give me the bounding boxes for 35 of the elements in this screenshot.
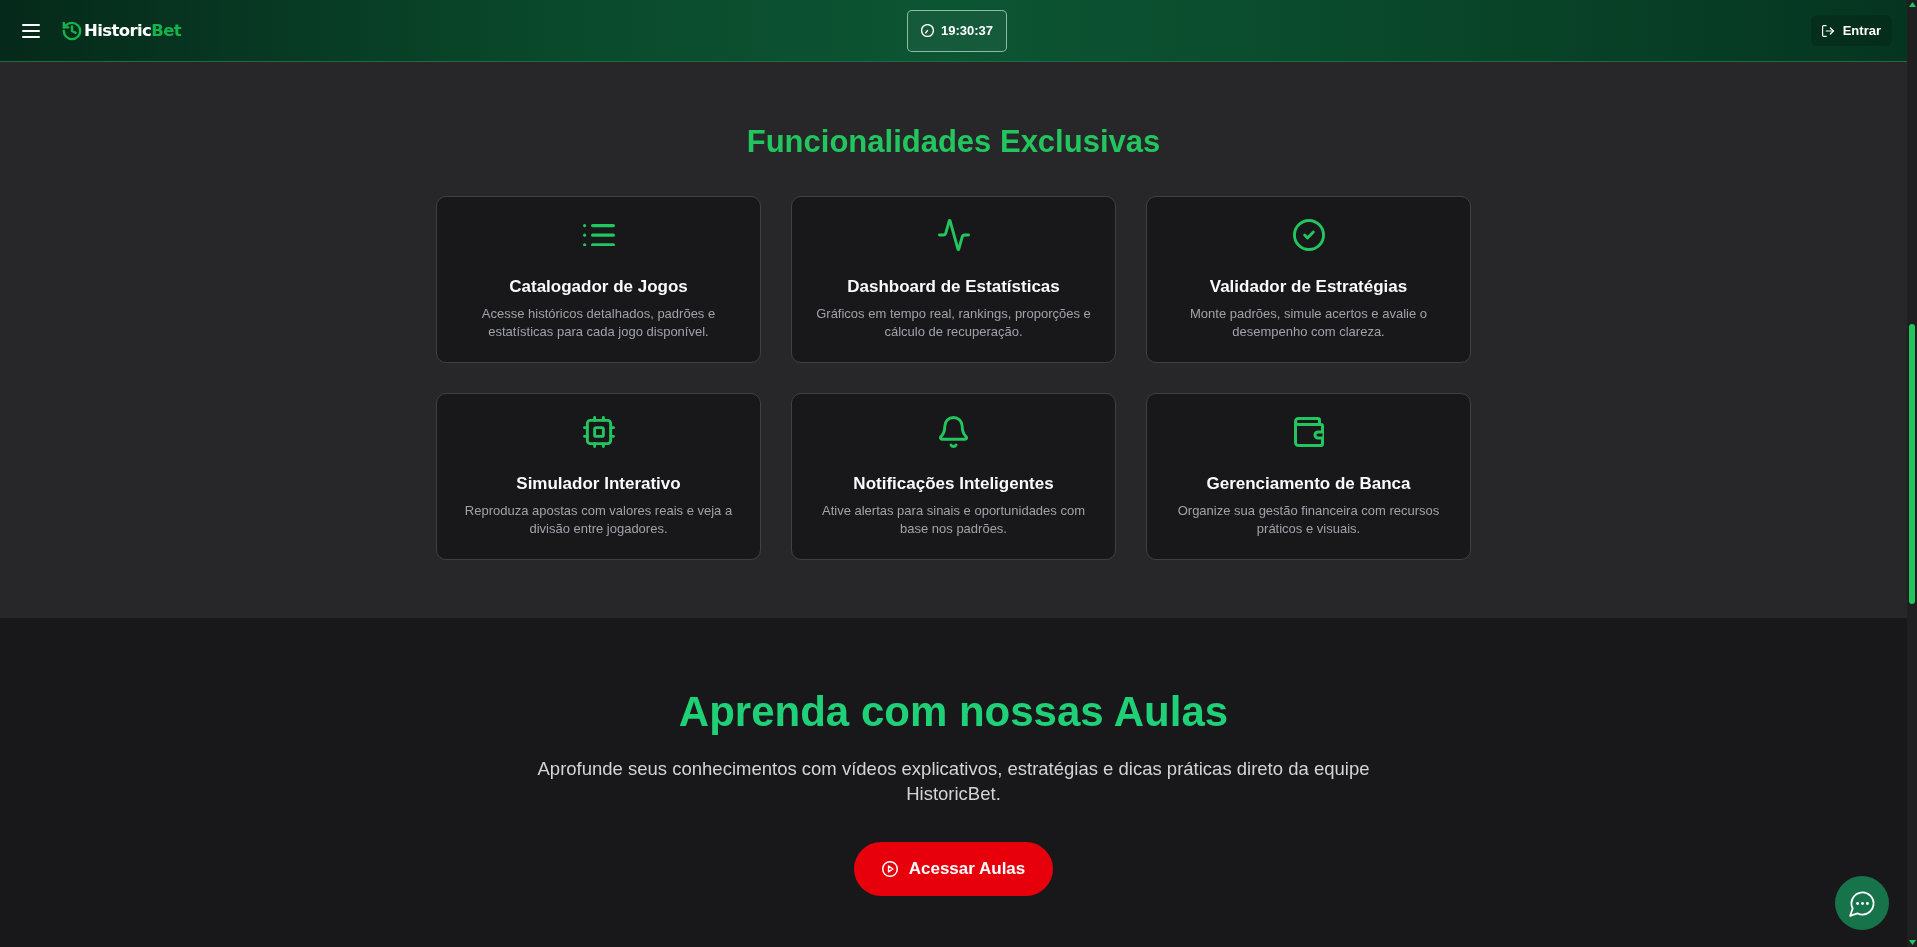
bell-icon [939,416,968,448]
pulse-line-icon [937,219,970,251]
chat-button[interactable] [1835,876,1889,930]
feature-description: Reproduza apostas com valores reais e veja a divisão entre jogadores. [463,502,734,538]
check-circle-icon [1292,219,1325,251]
scroll-up-icon[interactable] [1908,2,1916,7]
lessons-title: Aprenda com nossas Aulas [678,687,1229,737]
feature-title: Notificações Inteligentes [853,473,1054,495]
feature-title: Dashboard de Estatísticas [847,276,1060,298]
chip-icon [582,416,615,448]
wallet-icon [1293,417,1324,447]
clock-icon [920,24,934,37]
feature-description: Gráficos em tempo real, rankings, proporções e cálculo de recuperação. [816,305,1091,341]
lessons-button[interactable]: Acessar Aulas [853,842,1054,896]
login-button[interactable]: Entrar [1810,15,1892,46]
scrollbar[interactable] [1907,0,1917,947]
play-circle-icon [881,861,898,877]
section-title: Funcionalidades Exclusivas [746,124,1161,160]
feature-title: Validador de Estratégias [1209,276,1408,298]
scroll-down-icon[interactable] [1908,940,1916,945]
feature-title: Simulador Interativo [516,473,681,495]
history-clock-icon [62,20,82,41]
scrollbar-thumb[interactable] [1909,324,1915,604]
feature-description: Organize sua gestão financeira com recursos práticos e visuais. [1176,502,1441,538]
chat-bubble-icon [1848,889,1876,917]
feature-description: Acesse históricos detalhados, padrões e estatísticas para cada jogo disponível. [480,305,717,341]
feature-description: Ative alertas para sinais e oportunidades com base nos padrões. [820,502,1086,538]
feature-title: Gerenciamento de Banca [1206,473,1411,495]
lessons-description: Aprofunde seus conhecimentos com vídeos explicativos, estratégias e dicas práticas direto da equipe HistoricBet. [536,757,1371,806]
list-icon [582,223,615,247]
feature-description: Monte padrões, simule acertos e avalie o desempenho com clareza. [1189,305,1428,341]
logo-text[interactable]: HistoricBet [84,20,182,41]
feature-title: Catalogador de Jogos [509,276,688,298]
menu-icon[interactable] [22,23,40,38]
time-text: 19:30:37 [940,23,993,38]
